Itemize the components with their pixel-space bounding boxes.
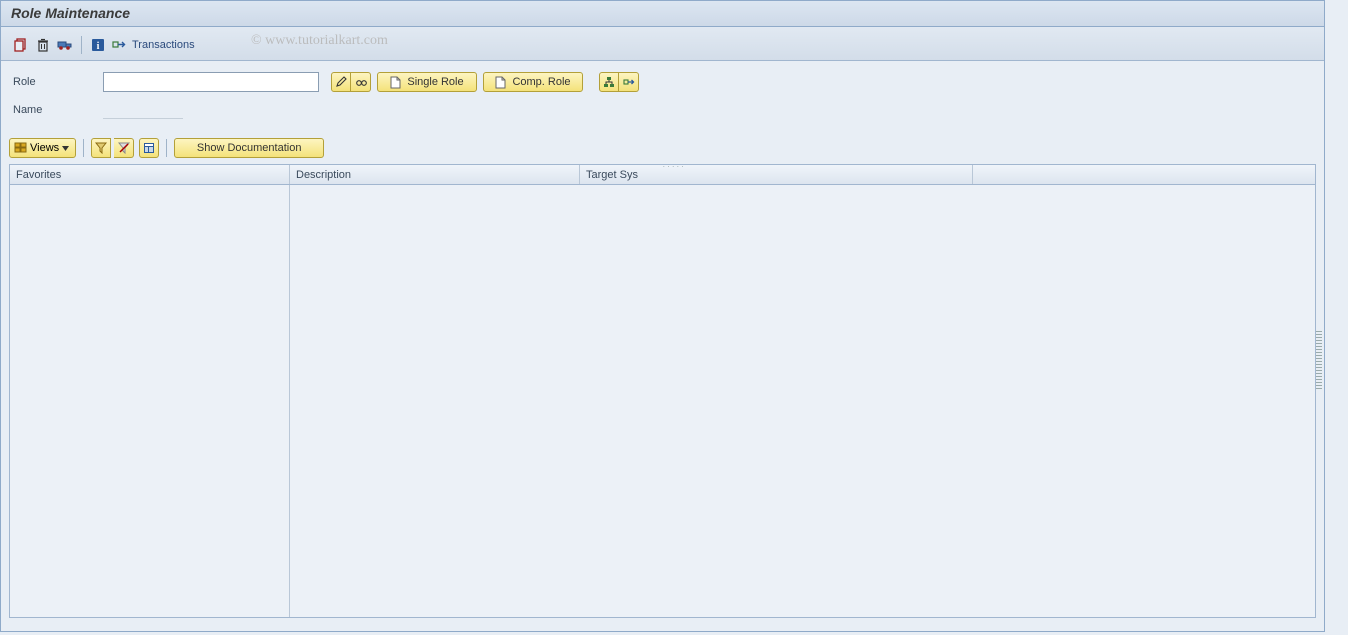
table-body [10,185,1315,617]
comp-role-group: Comp. Role [483,72,583,92]
page-title: Role Maintenance [1,1,1324,27]
hierarchy-icon[interactable] [599,72,619,92]
name-row: Name [13,99,1312,121]
page-title-text: Role Maintenance [11,5,130,21]
filter-icon[interactable] [91,138,111,158]
views-icon [14,142,27,154]
role-row: Role Single Role [13,71,1312,93]
role-input[interactable] [103,72,319,92]
column-header-description[interactable]: Description [290,165,580,184]
separator [81,36,82,54]
show-documentation-button[interactable]: Show Documentation [174,138,324,158]
transport-truck-icon[interactable] [55,35,75,55]
extra-group [599,72,639,92]
main-window: Role Maintenance [0,0,1325,632]
separator [166,139,167,157]
transactions-link-icon[interactable] [110,35,128,55]
sub-toolbar: Views Show Documentation [1,134,1324,164]
name-label: Name [13,104,103,116]
display-glasses-icon[interactable] [351,72,371,92]
form-area: Role Single Role [1,61,1324,134]
single-role-group: Single Role [377,72,477,92]
edit-pencil-icon[interactable] [331,72,351,92]
column-header-empty[interactable] [973,165,1315,184]
info-icon[interactable]: i [88,35,108,55]
document-icon [495,76,506,89]
show-documentation-label: Show Documentation [197,142,302,154]
single-role-button[interactable]: Single Role [377,72,477,92]
transactions-label[interactable]: Transactions [132,39,195,51]
resize-handle-icon[interactable]: ····· [663,162,686,171]
views-button[interactable]: Views [9,138,76,158]
svg-text:i: i [97,41,100,52]
separator [83,139,84,157]
name-value [103,101,183,119]
filter-delete-icon[interactable] [114,138,134,158]
document-icon [390,76,401,89]
content-column[interactable] [290,185,1315,617]
favorites-table: Favorites Description Target Sys [9,164,1316,618]
views-label: Views [30,142,59,154]
comp-role-label: Comp. Role [512,76,570,88]
layout-icon[interactable] [139,138,159,158]
copy-icon[interactable] [11,35,31,55]
main-toolbar: i Transactions © www.tutorialkart.com [1,27,1324,61]
comp-role-button[interactable]: Comp. Role [483,72,583,92]
column-header-favorites[interactable]: Favorites [10,165,290,184]
watermark-text: © www.tutorialkart.com [251,33,388,49]
splitter-handle-icon[interactable] [1316,331,1322,391]
edit-display-group [331,72,371,92]
chevron-down-icon [62,146,69,151]
column-header-target-sys[interactable]: Target Sys [580,165,973,184]
role-label: Role [13,76,103,88]
single-role-label: Single Role [407,76,463,88]
favorites-column[interactable] [10,185,290,617]
delete-icon[interactable] [33,35,53,55]
assign-link-icon[interactable] [619,72,639,92]
